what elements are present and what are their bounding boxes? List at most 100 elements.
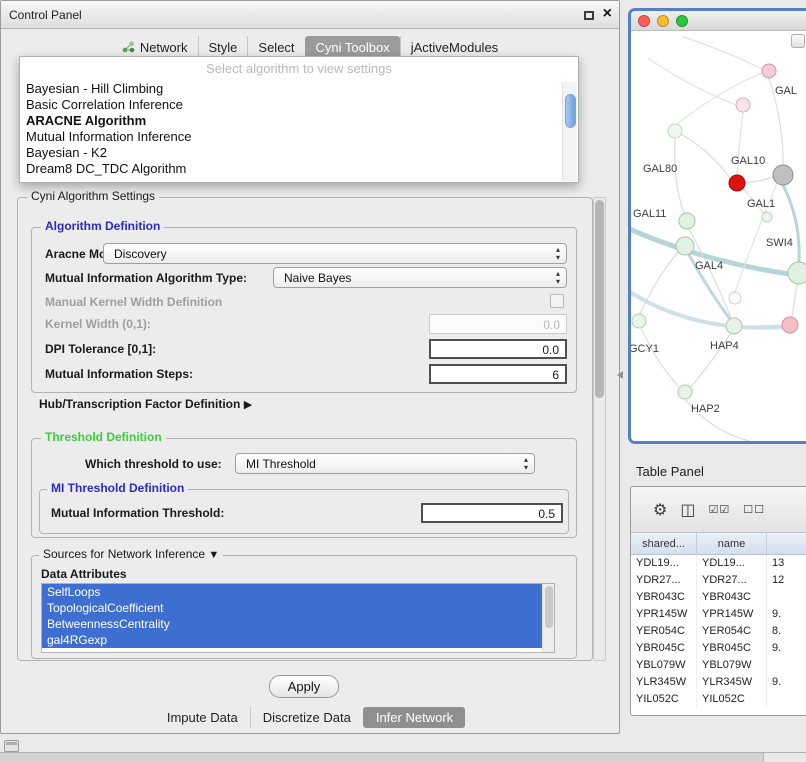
network-edge[interactable] [675, 138, 684, 213]
table-cell: 12 [767, 572, 806, 589]
mi-type-select[interactable]: Naive Bayes ▴▾ [273, 267, 567, 288]
table-panel-title: Table Panel [636, 464, 704, 479]
table-row[interactable]: YDL19...YDL19...13 [631, 555, 806, 572]
network-node-label: GAL4 [695, 260, 723, 272]
algorithm-option[interactable]: Bayesian - K2 [20, 145, 578, 161]
clear-all-checkboxes-icon[interactable]: ☐☐ [743, 503, 765, 516]
algorithm-option[interactable]: Dream8 DC_TDC Algorithm [20, 161, 578, 177]
float-window-icon[interactable] [584, 11, 594, 20]
network-node[interactable] [736, 98, 750, 112]
network-node[interactable] [762, 212, 772, 222]
algorithm-option[interactable]: Bayesian - Hill Climbing [20, 81, 578, 97]
table-row[interactable]: YBR043CYBR043C [631, 589, 806, 606]
table-row[interactable]: YLR345WYLR345W9. [631, 674, 806, 691]
network-node[interactable] [679, 213, 695, 229]
tab-impute-data[interactable]: Impute Data [155, 707, 250, 728]
aracne-mode-select[interactable]: Discovery ▴▾ [103, 243, 567, 264]
network-node[interactable] [788, 262, 806, 284]
network-node[interactable] [729, 292, 741, 304]
status-bar-grip [763, 752, 806, 762]
close-icon[interactable]: × [603, 6, 612, 22]
canvas-scroll-widget[interactable] [791, 34, 805, 48]
network-edge[interactable] [631, 289, 782, 328]
manual-kernel-checkbox[interactable] [550, 294, 564, 308]
network-node[interactable] [782, 317, 798, 333]
network-edge[interactable] [675, 131, 730, 178]
table-cell: 9. [767, 640, 806, 657]
network-node[interactable] [729, 175, 745, 191]
combo-arrows-icon: ▴▾ [524, 456, 528, 472]
network-node[interactable] [678, 385, 692, 399]
apply-button[interactable]: Apply [269, 675, 339, 698]
traffic-light-zoom-icon[interactable] [676, 15, 688, 27]
column-header-shared-name[interactable]: shared... [631, 533, 697, 554]
algorithm-option[interactable]: ARACNE Algorithm [20, 113, 578, 129]
data-attribute-item[interactable]: SelfLoops [42, 584, 542, 600]
collapse-down-icon: ▼ [208, 549, 219, 561]
which-threshold-select[interactable]: MI Threshold ▴▾ [235, 453, 535, 474]
kernel-width-input[interactable]: 0.0 [429, 314, 567, 334]
network-node[interactable] [676, 237, 694, 255]
network-node[interactable] [726, 318, 742, 334]
table-row[interactable]: YDR27...YDR27...12 [631, 572, 806, 589]
network-node-label: SWI4 [766, 237, 793, 249]
table-cell: YDR27... [697, 572, 767, 589]
network-edge[interactable] [783, 185, 799, 262]
settings-scrollbar-thumb[interactable] [595, 200, 604, 398]
data-attribute-item[interactable]: gal4RGexp [42, 632, 542, 648]
attribute-list-scrollbar[interactable] [542, 584, 554, 652]
dpi-tolerance-input[interactable]: 0.0 [429, 339, 567, 359]
network-node[interactable] [762, 64, 776, 78]
hub-section-toggle[interactable]: Hub/Transcription Factor Definition ▶ [39, 397, 252, 412]
table-cell: YBL079W [697, 657, 767, 674]
tab-label: Style [209, 40, 238, 55]
dropdown-scrollbar-thumb[interactable] [565, 94, 576, 128]
data-attribute-item[interactable]: TopologicalCoefficient [42, 600, 542, 616]
table-row[interactable]: YPR145WYPR145W9. [631, 606, 806, 623]
network-canvas[interactable]: GALGAL80GAL10GAL1GAL11SWI4GAL4GCY1HAP4HA… [631, 31, 806, 441]
sources-group-toggle[interactable]: Sources for Network Inference ▼ [39, 548, 223, 562]
settings-scrollbar[interactable] [593, 197, 606, 661]
attribute-list-scrollbar-thumb[interactable] [545, 586, 553, 628]
mi-threshold-label: Mutual Information Threshold: [51, 506, 224, 520]
column-header-name[interactable]: name [697, 533, 767, 554]
table-cell: 8. [767, 623, 806, 640]
panel-collapse-arrow-icon[interactable] [617, 371, 623, 379]
network-edge[interactable] [640, 252, 678, 314]
network-node[interactable] [773, 165, 793, 185]
gear-icon[interactable]: ⚙ [653, 500, 667, 520]
network-edge[interactable] [689, 229, 731, 318]
traffic-light-close-icon[interactable] [638, 15, 650, 27]
data-attribute-item[interactable]: BetweennessCentrality [42, 616, 542, 632]
network-edge[interactable] [683, 37, 762, 69]
network-edge[interactable] [792, 284, 797, 317]
dropdown-scrollbar[interactable] [562, 82, 577, 181]
tab-infer-network[interactable]: Infer Network [363, 707, 465, 728]
columns-icon[interactable]: ◫ [680, 500, 695, 520]
network-node[interactable] [668, 124, 682, 138]
mi-threshold-input[interactable]: 0.5 [421, 503, 563, 523]
minimized-panel-icon[interactable] [4, 740, 19, 752]
table-row[interactable]: YER054CYER054C8. [631, 623, 806, 640]
table-row[interactable]: YBR045CYBR045C9. [631, 640, 806, 657]
table-row[interactable]: YIL052CYIL052C [631, 691, 806, 708]
traffic-light-minimize-icon[interactable] [657, 15, 669, 27]
column-header-clipped[interactable] [767, 533, 806, 554]
network-edge[interactable] [742, 325, 782, 326]
network-node[interactable] [632, 314, 646, 328]
table-cell: 9. [767, 606, 806, 623]
tab-discretize-data[interactable]: Discretize Data [250, 707, 363, 728]
network-edge[interactable] [745, 177, 773, 183]
select-all-checkboxes-icon[interactable]: ☑☑ [708, 503, 730, 516]
data-attributes-label: Data Attributes [41, 567, 127, 581]
mi-steps-input[interactable]: 6 [429, 364, 567, 384]
network-edge[interactable] [649, 59, 736, 105]
network-window-titlebar[interactable] [631, 11, 806, 31]
control-panel-titlebar[interactable]: Control Panel × [1, 1, 619, 29]
algorithm-option[interactable]: Basic Correlation Inference [20, 97, 578, 113]
network-edge[interactable] [641, 328, 679, 387]
algorithm-option[interactable]: Mutual Information Inference [20, 129, 578, 145]
mi-type-label: Mutual Information Algorithm Type: [45, 271, 247, 285]
table-row[interactable]: YBL079WYBL079W [631, 657, 806, 674]
table-cell: YBR043C [631, 589, 697, 606]
